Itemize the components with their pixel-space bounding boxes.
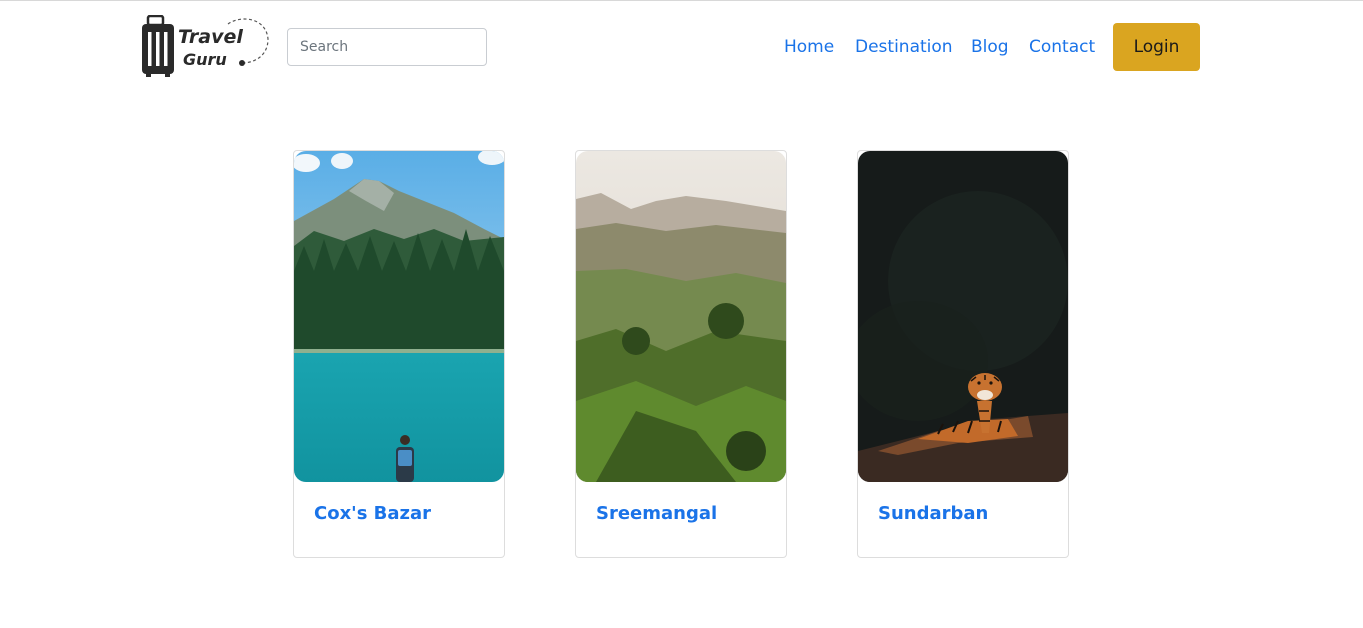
destination-card[interactable]: Sundarban: [857, 150, 1069, 558]
mountain-lake-photo[interactable]: [294, 151, 504, 482]
search-input[interactable]: [287, 28, 487, 66]
login-button[interactable]: Login: [1113, 23, 1200, 71]
destination-title[interactable]: Sreemangal: [596, 503, 717, 524]
tiger-photo[interactable]: [858, 151, 1068, 482]
travel-guru-logo[interactable]: Travel Guru: [140, 14, 272, 79]
navbar: Travel Guru Home Destination Blog Contac…: [0, 1, 1363, 96]
nav-destination-link[interactable]: Destination: [855, 37, 953, 57]
logo-text-travel: Travel: [178, 26, 243, 48]
destination-card[interactable]: Sreemangal: [575, 150, 787, 558]
tea-hills-photo[interactable]: [576, 151, 786, 482]
logo-text-guru: Guru: [183, 50, 227, 69]
destination-card[interactable]: Cox's Bazar: [293, 150, 505, 558]
nav-contact-link[interactable]: Contact: [1029, 37, 1095, 57]
nav-home-link[interactable]: Home: [784, 37, 834, 57]
destination-title[interactable]: Sundarban: [878, 503, 988, 524]
nav-blog-link[interactable]: Blog: [971, 37, 1009, 57]
destination-title[interactable]: Cox's Bazar: [314, 503, 431, 524]
